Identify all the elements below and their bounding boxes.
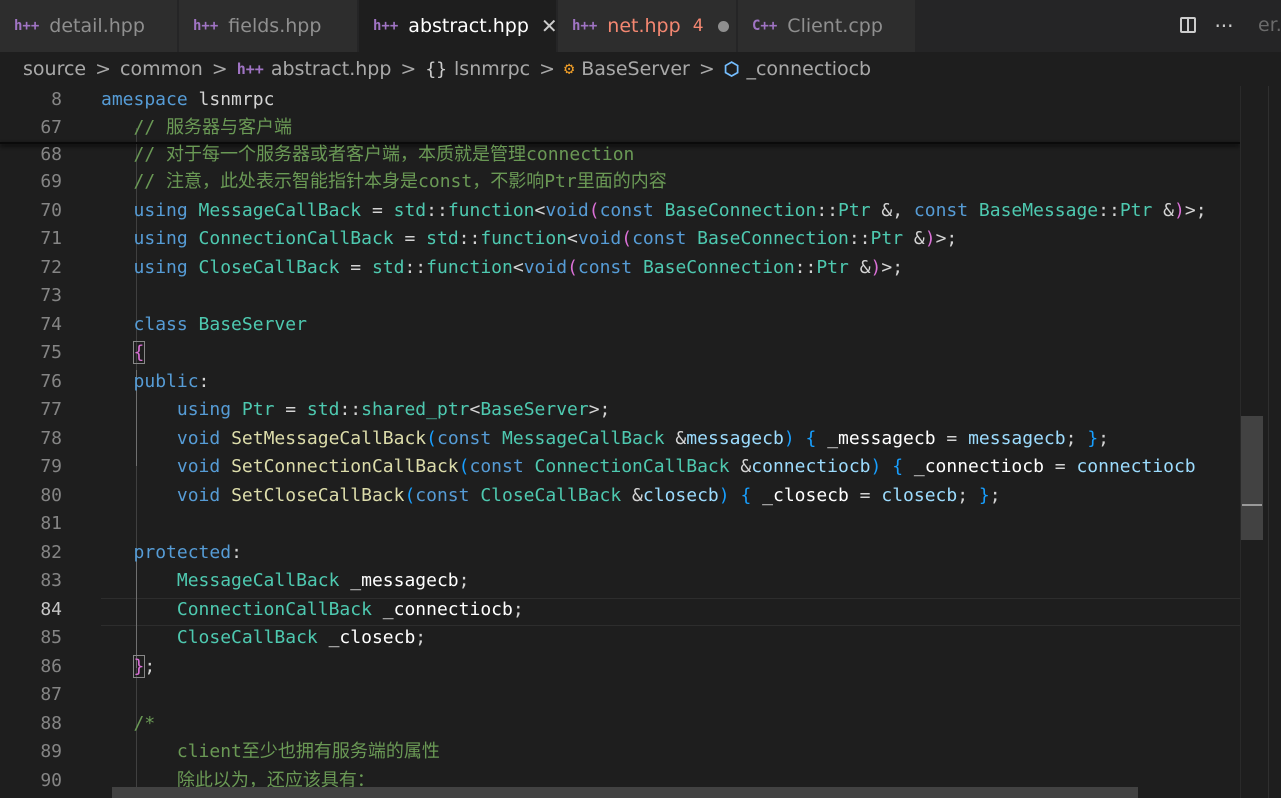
line-number: 85 (40, 627, 62, 648)
line-number: 86 (40, 656, 62, 677)
line-number: 73 (40, 285, 62, 306)
tab-label: abstract.hpp (408, 15, 529, 37)
breadcrumb: source > common > h++ abstract.hpp > {} … (0, 52, 1281, 86)
chevron-right-icon: > (95, 58, 112, 80)
line-number: 82 (40, 542, 62, 563)
code-line[interactable]: 75 { (0, 339, 1240, 367)
vertical-scrollbar-thumb[interactable] (1241, 416, 1263, 540)
breadcrumb-item-file[interactable]: abstract.hpp (271, 58, 392, 80)
breadcrumb-item-source[interactable]: source (23, 58, 86, 80)
code-line[interactable]: 77 using Ptr = std::shared_ptr<BaseServe… (0, 396, 1240, 424)
code-line[interactable]: 79 void SetConnectionCallBack(const Conn… (0, 453, 1240, 481)
line-number: 75 (40, 342, 62, 363)
editor-actions: ··· (1170, 0, 1242, 52)
code-line[interactable]: 73 (0, 282, 1240, 310)
cpp-source-icon: C++ (752, 18, 778, 34)
line-number: 84 (40, 599, 62, 620)
code-line[interactable]: 70 using MessageCallBack = std::function… (0, 197, 1240, 225)
close-icon[interactable]: ✕ (541, 14, 558, 38)
code-line[interactable]: 68 // 对于每一个服务器或者客户端，本质就是管理connection (0, 141, 1240, 169)
tab-fields-hpp[interactable]: h++ fields.hpp (179, 0, 358, 52)
cpp-header-icon: h++ (193, 18, 219, 34)
line-number: 83 (40, 570, 62, 591)
tab-net-hpp[interactable]: h++ net.hpp 4 (558, 0, 737, 52)
tab-client-cpp[interactable]: C++ Client.cpp (738, 0, 916, 52)
code-line-current[interactable]: 84 ConnectionCallBack _connectiocb; (0, 596, 1240, 624)
line-number: 76 (40, 371, 62, 392)
tab-abstract-hpp[interactable]: h++ abstract.hpp ✕ (359, 0, 558, 52)
chevron-right-icon: > (400, 58, 417, 80)
breadcrumb-item-common[interactable]: common (120, 58, 203, 80)
tab-label: fields.hpp (228, 15, 322, 37)
field-icon: ⬡ (723, 58, 740, 80)
chevron-right-icon: > (211, 58, 228, 80)
class-icon: ⚙ (564, 59, 575, 79)
unsaved-dot-icon[interactable] (717, 20, 729, 32)
chevron-right-icon: > (539, 58, 555, 80)
breadcrumb-item-namespace[interactable]: lsnmrpc (454, 58, 530, 80)
line-number: 71 (40, 228, 62, 249)
code-line[interactable]: 80 void SetCloseCallBack(const CloseCall… (0, 482, 1240, 510)
line-number: 77 (40, 399, 62, 420)
code-line[interactable]: 88 /* (0, 710, 1240, 738)
code-line[interactable]: 82 protected: (0, 539, 1240, 567)
tab-bar: h++ detail.hpp h++ fields.hpp h++ abstra… (0, 0, 1281, 52)
line-number: 8 (51, 89, 62, 110)
code-line[interactable]: 83 MessageCallBack _messagecb; (0, 567, 1240, 595)
line-number: 74 (40, 314, 62, 335)
cpp-header-icon: h++ (14, 18, 40, 34)
scrollbar-cursor-marker (1242, 504, 1262, 506)
line-number: 81 (40, 513, 62, 534)
cpp-header-icon: h++ (236, 60, 264, 78)
code-line[interactable]: 72 using CloseCallBack = std::function<v… (0, 254, 1240, 282)
code-line[interactable]: 67 // 服务器与客户端 (0, 114, 1240, 142)
tab-detail-hpp[interactable]: h++ detail.hpp (0, 0, 178, 52)
code-line[interactable]: 78 void SetMessageCallBack(const Message… (0, 425, 1240, 453)
code-line[interactable]: 69 // 注意，此处表示智能指针本身是const，不影响Ptr里面的内容 (0, 168, 1240, 196)
cpp-header-icon: h++ (373, 18, 399, 34)
line-number: 88 (40, 713, 62, 734)
code-editor[interactable]: 8 amespace lsnmrpc 67 // 服务器与客户端 68 // 对于… (0, 86, 1281, 798)
line-number: 70 (40, 200, 62, 221)
more-actions-button[interactable]: ··· (1206, 14, 1242, 38)
line-number: 67 (40, 117, 62, 138)
tab-label: Client.cpp (787, 15, 883, 37)
error-count-badge: 4 (692, 16, 704, 36)
namespace-icon: {} (425, 58, 448, 80)
code-line[interactable]: 8 amespace lsnmrpc (0, 86, 1240, 114)
code-line[interactable]: 86 }; (0, 653, 1240, 681)
cpp-header-icon: h++ (572, 18, 598, 34)
line-number: 69 (40, 171, 62, 192)
horizontal-scrollbar-thumb[interactable] (112, 787, 1138, 798)
line-number: 68 (40, 144, 62, 165)
overflow-tab-label[interactable]: er.c (1258, 14, 1281, 36)
line-number: 80 (40, 485, 62, 506)
line-number: 79 (40, 456, 62, 477)
chevron-right-icon: > (698, 58, 715, 80)
code-line[interactable]: 87 (0, 681, 1240, 709)
line-number: 89 (40, 741, 62, 762)
tab-label: detail.hpp (49, 15, 145, 37)
tab-label: net.hpp (607, 15, 681, 37)
line-number: 87 (40, 684, 62, 705)
code-line[interactable]: 85 CloseCallBack _closecb; (0, 624, 1240, 652)
code-line[interactable]: 71 using ConnectionCallBack = std::funct… (0, 225, 1240, 253)
split-editor-icon (1180, 17, 1196, 33)
breadcrumb-item-field[interactable]: _connectiocb (746, 58, 871, 80)
split-editor-button[interactable] (1170, 14, 1206, 38)
code-line[interactable]: 74 class BaseServer (0, 311, 1240, 339)
code-line[interactable]: 81 (0, 510, 1240, 538)
code-line[interactable]: 76 public: (0, 368, 1240, 396)
overview-ruler (1268, 86, 1269, 798)
code-line[interactable]: 89 client至少也拥有服务端的属性 (0, 738, 1240, 766)
line-number: 78 (40, 428, 62, 449)
breadcrumb-item-class[interactable]: BaseServer (581, 58, 690, 80)
line-number: 90 (40, 770, 62, 791)
line-number: 72 (40, 257, 62, 278)
